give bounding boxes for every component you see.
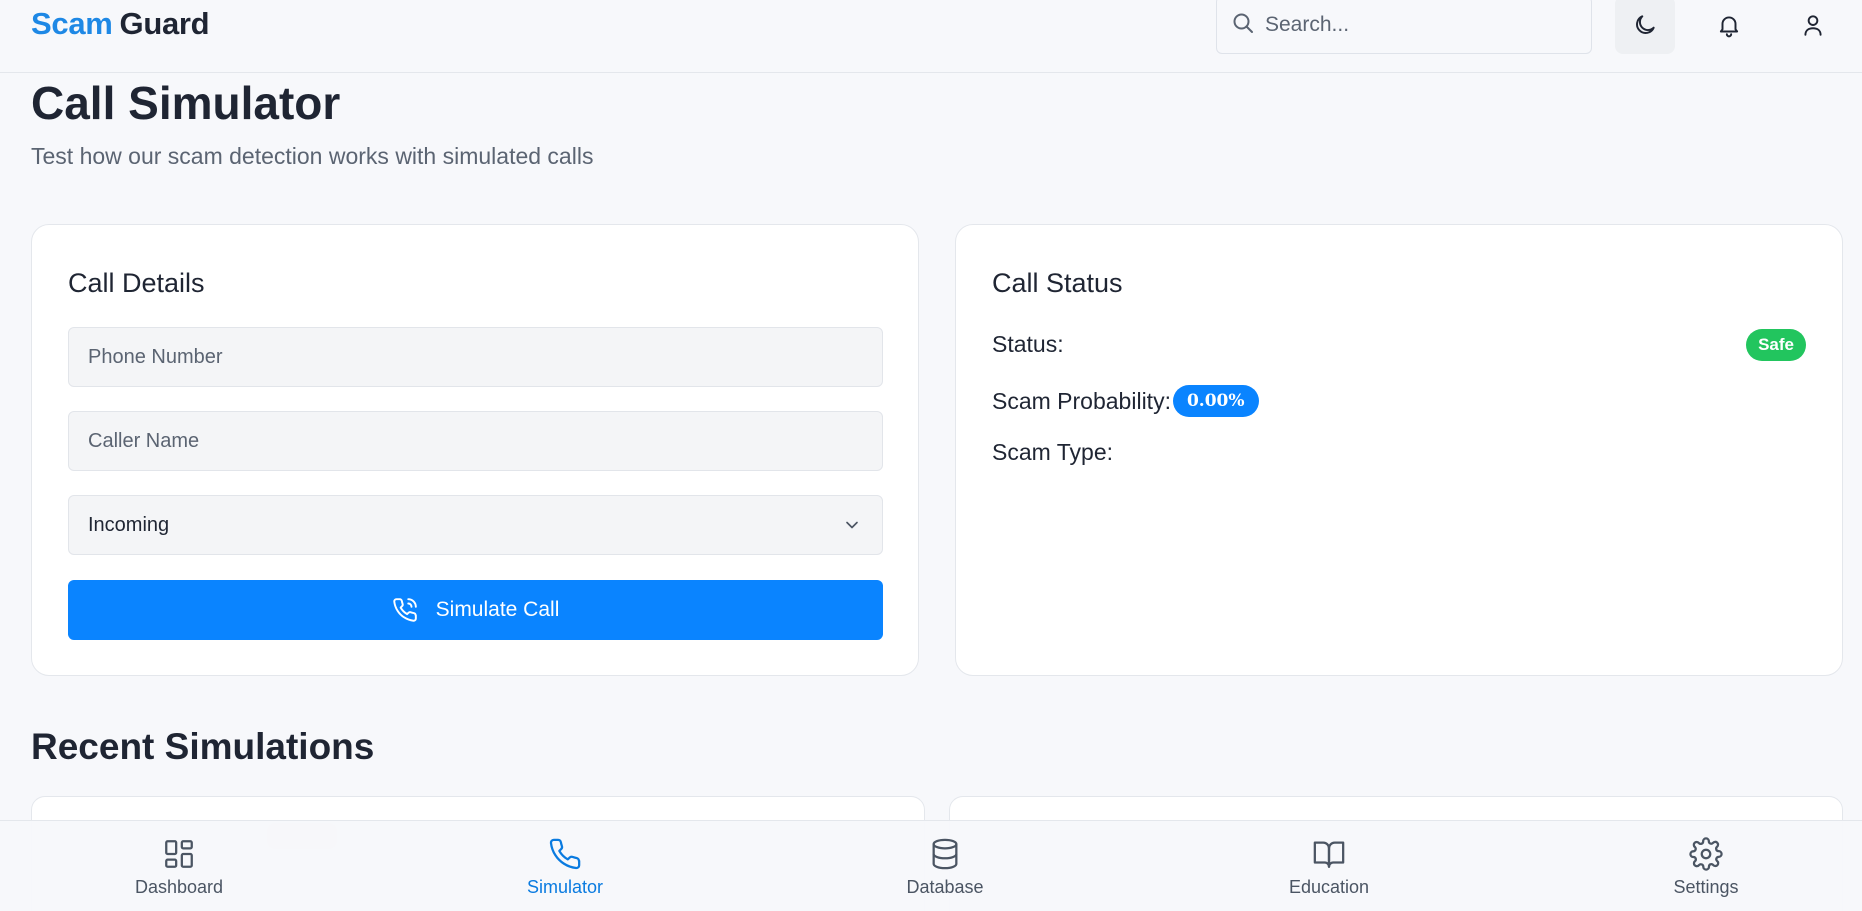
grid-icon <box>165 840 193 868</box>
nav-item-dashboard[interactable]: Dashboard <box>109 837 249 898</box>
nav-item-settings[interactable]: Settings <box>1636 837 1776 898</box>
phone-icon <box>549 838 581 870</box>
scam-type-label: Scam Type: <box>992 439 1114 465</box>
top-header: Scam Guard <box>0 0 1862 73</box>
book-icon <box>1313 841 1345 868</box>
phone-call-icon <box>392 598 417 622</box>
nav-label-education: Education <box>1288 877 1370 897</box>
moon-icon <box>1636 15 1655 34</box>
simulate-call-label: Simulate Call <box>435 598 560 621</box>
call-status-card: Call Status Status: Safe Scam Probabilit… <box>955 224 1843 676</box>
user-icon <box>1804 15 1822 36</box>
settings-icon <box>1689 837 1723 871</box>
call-direction-value: Incoming <box>88 513 170 536</box>
recent-simulations-title: Recent Simulations <box>31 726 375 767</box>
caller-name-field[interactable] <box>68 411 883 471</box>
search-input[interactable] <box>1265 13 1565 37</box>
call-details-card: Call Details Incoming Simulate Call <box>31 224 919 676</box>
caller-name-input[interactable] <box>88 429 848 453</box>
nav-item-education[interactable]: Education <box>1259 837 1399 898</box>
status-badge: Safe <box>1746 329 1806 361</box>
database-icon <box>932 838 958 870</box>
user-profile-button[interactable] <box>1783 0 1843 54</box>
status-label: Status: <box>992 331 1064 357</box>
search-icon <box>1233 13 1253 33</box>
search-box[interactable] <box>1216 0 1592 54</box>
page-title: Call Simulator <box>31 77 341 129</box>
nav-item-simulator[interactable]: Simulator <box>495 837 635 898</box>
brand-logo-part1: Scam <box>31 6 113 41</box>
notifications-button[interactable] <box>1699 0 1759 54</box>
nav-item-database[interactable]: Database <box>875 837 1015 898</box>
theme-toggle-button[interactable] <box>1615 0 1675 54</box>
bell-icon <box>1719 16 1739 38</box>
call-status-title: Call Status <box>992 268 1123 298</box>
simulate-call-button[interactable]: Simulate Call <box>68 580 883 640</box>
brand-logo[interactable]: Scam Guard <box>31 6 210 42</box>
nav-label-settings: Settings <box>1673 877 1739 897</box>
page-subtitle: Test how our scam detection works with s… <box>31 143 594 169</box>
call-details-title: Call Details <box>68 268 205 298</box>
brand-logo-part2: Guard <box>119 6 210 41</box>
nav-label-database: Database <box>906 877 984 897</box>
scam-probability-label: Scam Probability: <box>992 387 1171 414</box>
bottom-navigation: Dashboard Simulator Database Education S… <box>0 820 1862 911</box>
phone-number-input[interactable] <box>88 345 848 369</box>
phone-number-field[interactable] <box>68 327 883 387</box>
nav-label-simulator: Simulator <box>526 877 604 897</box>
scam-probability-badge: 0.00% <box>1172 385 1259 417</box>
call-direction-select[interactable]: Incoming <box>68 495 883 555</box>
scam-probability-row: Scam Probability: 0.00% <box>992 385 1259 417</box>
chevron-down-icon <box>846 521 858 529</box>
nav-label-dashboard: Dashboard <box>134 877 224 897</box>
